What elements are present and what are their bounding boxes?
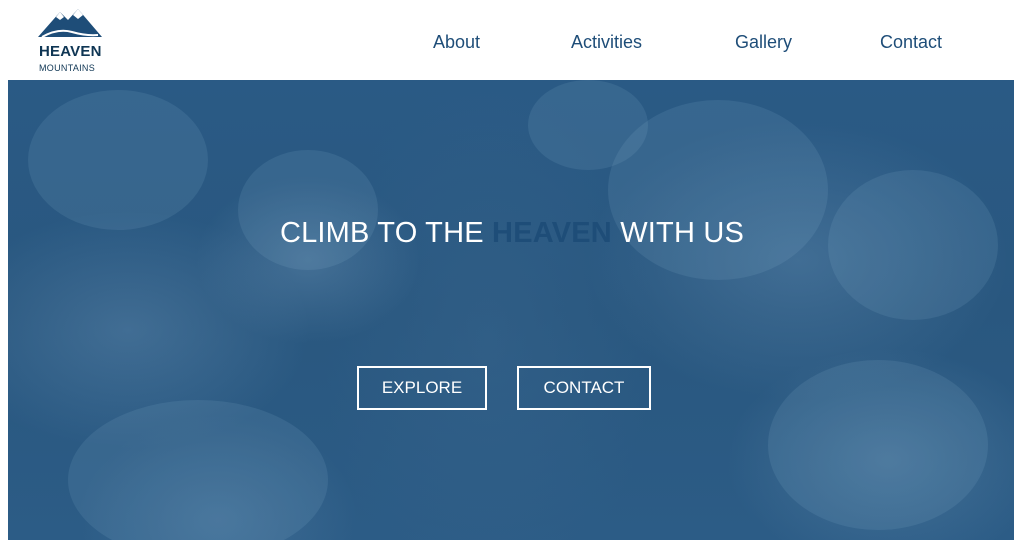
hero-title-post: WITH US xyxy=(611,217,745,249)
nav-item-about[interactable]: About xyxy=(433,32,480,53)
nav-item-activities[interactable]: Activities xyxy=(571,32,642,53)
hero-title-pre: CLIMB TO THE xyxy=(279,217,493,249)
hero-texture xyxy=(238,150,378,270)
hero-title: CLIMB TO THE HEAVEN WITH US xyxy=(0,217,1024,250)
hero-texture xyxy=(28,90,208,230)
hero-banner xyxy=(8,80,1014,540)
nav-item-gallery[interactable]: Gallery xyxy=(735,32,792,53)
nav-item-contact[interactable]: Contact xyxy=(880,32,942,53)
logo[interactable]: HEAVEN MOUNTAINS xyxy=(36,8,106,74)
explore-button[interactable]: EXPLORE xyxy=(357,366,487,410)
logo-name: HEAVEN xyxy=(39,43,102,60)
mountain-icon xyxy=(38,9,102,38)
hero-texture xyxy=(528,80,648,170)
contact-button[interactable]: CONTACT xyxy=(517,366,651,410)
hero-texture xyxy=(68,400,328,540)
site-header: HEAVEN MOUNTAINS About Activities Galler… xyxy=(0,0,1024,80)
logo-subtitle: MOUNTAINS xyxy=(39,63,96,73)
hero-texture xyxy=(768,360,988,530)
hero-title-accent: HEAVEN xyxy=(492,217,612,249)
